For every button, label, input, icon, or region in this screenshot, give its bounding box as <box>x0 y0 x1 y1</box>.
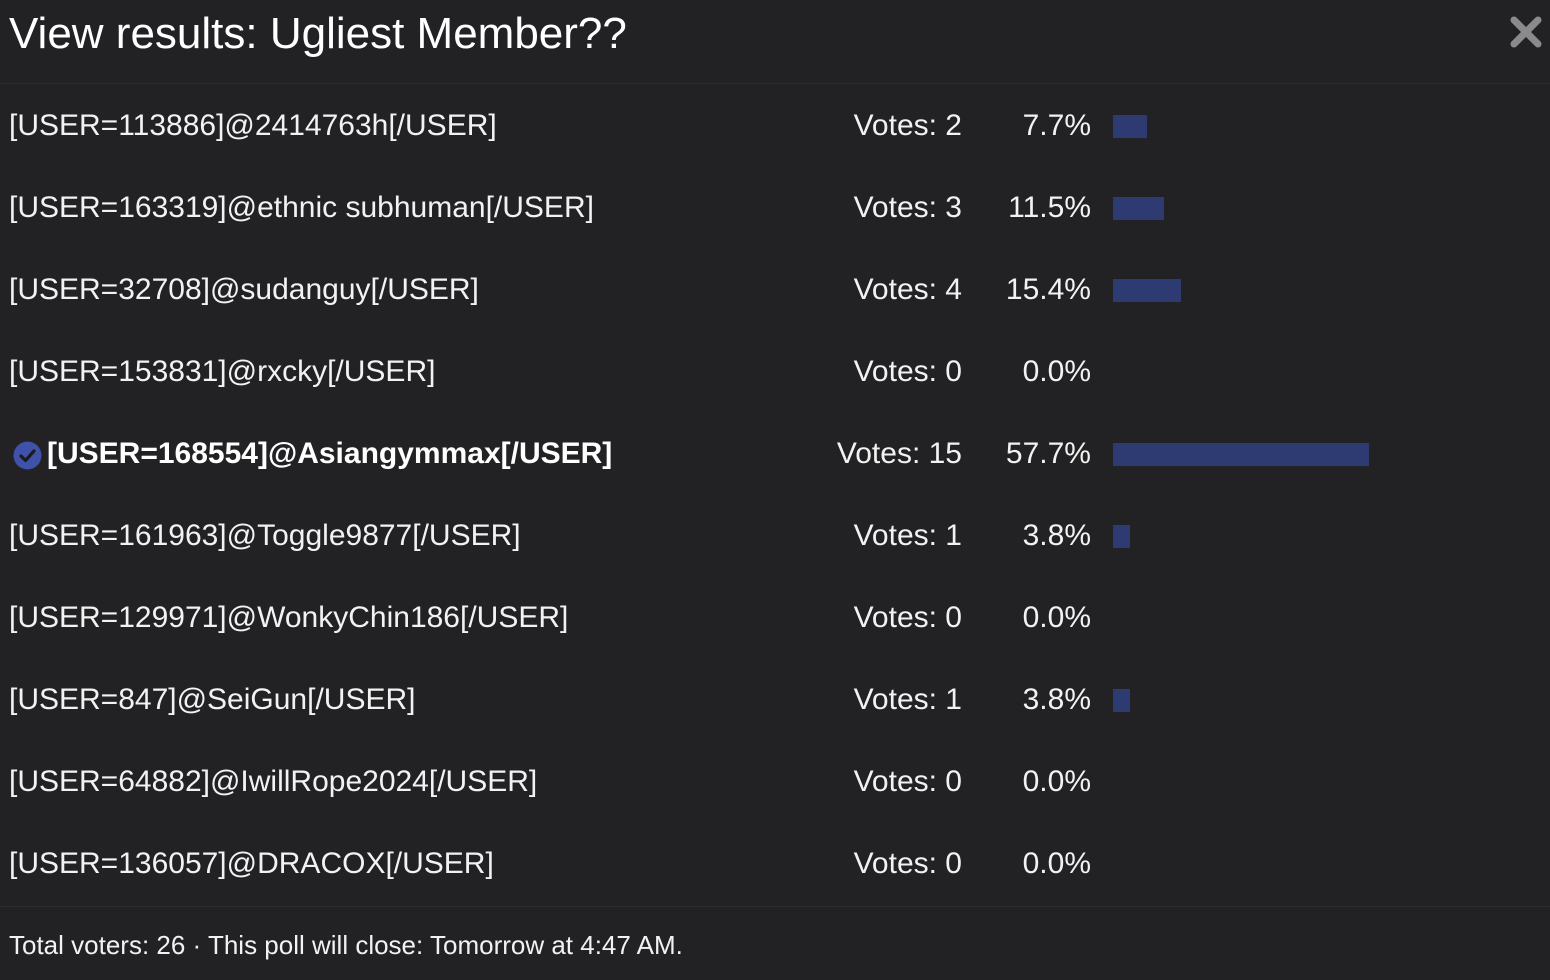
poll-summary-text: Total voters: 26 · This poll will close:… <box>9 930 683 960</box>
poll-option-bar-track <box>1113 525 1550 548</box>
poll-option-percent: 0.0% <box>1022 601 1091 634</box>
dialog-header: View results: Ugliest Member?? <box>0 0 1550 84</box>
poll-option-label: [USER=153831]@rxcky[/USER] <box>9 355 436 388</box>
poll-option-label: [USER=163319]@ethnic subhuman[/USER] <box>9 191 594 224</box>
poll-results-dialog: View results: Ugliest Member?? [USER=113… <box>0 0 1550 980</box>
poll-option-percent: 57.7% <box>1005 437 1091 470</box>
poll-option-votes: Votes: 0 <box>853 601 962 634</box>
poll-option-bar <box>1113 525 1130 548</box>
poll-option-bar <box>1113 115 1148 138</box>
poll-option-percent: 3.8% <box>1022 519 1091 552</box>
poll-option-percent: 0.0% <box>1022 847 1091 880</box>
poll-option-votes: Votes: 1 <box>853 683 962 716</box>
poll-option-label: [USER=32708]@sudanguy[/USER] <box>9 273 479 306</box>
poll-option-bar-track <box>1113 279 1550 302</box>
dialog-title: View results: Ugliest Member?? <box>9 9 627 58</box>
poll-result-row: [USER=129971]@WonkyChin186[/USER] Votes:… <box>0 577 1550 659</box>
close-button[interactable] <box>1508 14 1544 50</box>
poll-option-votes: Votes: 1 <box>853 519 962 552</box>
poll-option-votes: Votes: 0 <box>853 765 962 798</box>
poll-option-votes: Votes: 15 <box>836 437 962 470</box>
poll-option-percent: 11.5% <box>1008 191 1091 224</box>
poll-option-bar <box>1113 443 1370 466</box>
poll-option-label: [USER=168554]@Asiangymmax[/USER] <box>47 437 613 470</box>
poll-option-bar-track <box>1113 771 1550 794</box>
poll-result-row: [USER=168554]@Asiangymmax[/USER] Votes: … <box>0 413 1550 495</box>
poll-footer: Total voters: 26 · This poll will close:… <box>0 906 1550 980</box>
poll-option-label: [USER=161963]@Toggle9877[/USER] <box>9 519 521 552</box>
poll-result-row: [USER=32708]@sudanguy[/USER] Votes: 4 15… <box>0 249 1550 331</box>
close-icon <box>1510 16 1542 48</box>
poll-option-label: [USER=113886]@2414763h[/USER] <box>9 109 497 142</box>
poll-option-votes: Votes: 3 <box>853 191 962 224</box>
poll-option-bar-track <box>1113 197 1550 220</box>
poll-option-votes: Votes: 0 <box>853 847 962 880</box>
poll-result-row: [USER=136057]@DRACOX[/USER] Votes: 0 0.0… <box>0 823 1550 905</box>
poll-option-bar <box>1113 197 1165 220</box>
poll-option-votes: Votes: 0 <box>853 355 962 388</box>
poll-result-row: [USER=64882]@IwillRope2024[/USER] Votes:… <box>0 741 1550 823</box>
poll-option-bar-track <box>1113 115 1550 138</box>
poll-result-row: [USER=847]@SeiGun[/USER] Votes: 1 3.8% <box>0 659 1550 741</box>
poll-option-label: [USER=64882]@IwillRope2024[/USER] <box>9 765 538 798</box>
poll-result-row: [USER=163319]@ethnic subhuman[/USER] Vot… <box>0 167 1550 249</box>
poll-option-votes: Votes: 2 <box>853 109 962 142</box>
poll-option-votes: Votes: 4 <box>853 273 962 306</box>
poll-result-row: [USER=153831]@rxcky[/USER] Votes: 0 0.0% <box>0 331 1550 413</box>
poll-results-list: [USER=113886]@2414763h[/USER] Votes: 2 7… <box>0 85 1550 905</box>
poll-option-bar-track <box>1113 361 1550 384</box>
poll-option-label: [USER=136057]@DRACOX[/USER] <box>9 847 494 880</box>
poll-option-label: [USER=129971]@WonkyChin186[/USER] <box>9 601 569 634</box>
poll-option-bar <box>1113 279 1182 302</box>
poll-option-bar <box>1113 689 1130 712</box>
voted-check-icon <box>13 441 42 470</box>
poll-option-bar-track <box>1113 853 1550 876</box>
poll-option-bar-track <box>1113 443 1550 466</box>
poll-option-percent: 7.7% <box>1022 109 1091 142</box>
poll-option-label: [USER=847]@SeiGun[/USER] <box>9 683 416 716</box>
poll-option-percent: 3.8% <box>1022 683 1091 716</box>
poll-result-row: [USER=161963]@Toggle9877[/USER] Votes: 1… <box>0 495 1550 577</box>
poll-option-bar-track <box>1113 607 1550 630</box>
poll-option-percent: 0.0% <box>1022 765 1091 798</box>
poll-result-row: [USER=113886]@2414763h[/USER] Votes: 2 7… <box>0 85 1550 167</box>
poll-option-percent: 15.4% <box>1005 273 1091 306</box>
poll-option-bar-track <box>1113 689 1550 712</box>
poll-option-percent: 0.0% <box>1022 355 1091 388</box>
